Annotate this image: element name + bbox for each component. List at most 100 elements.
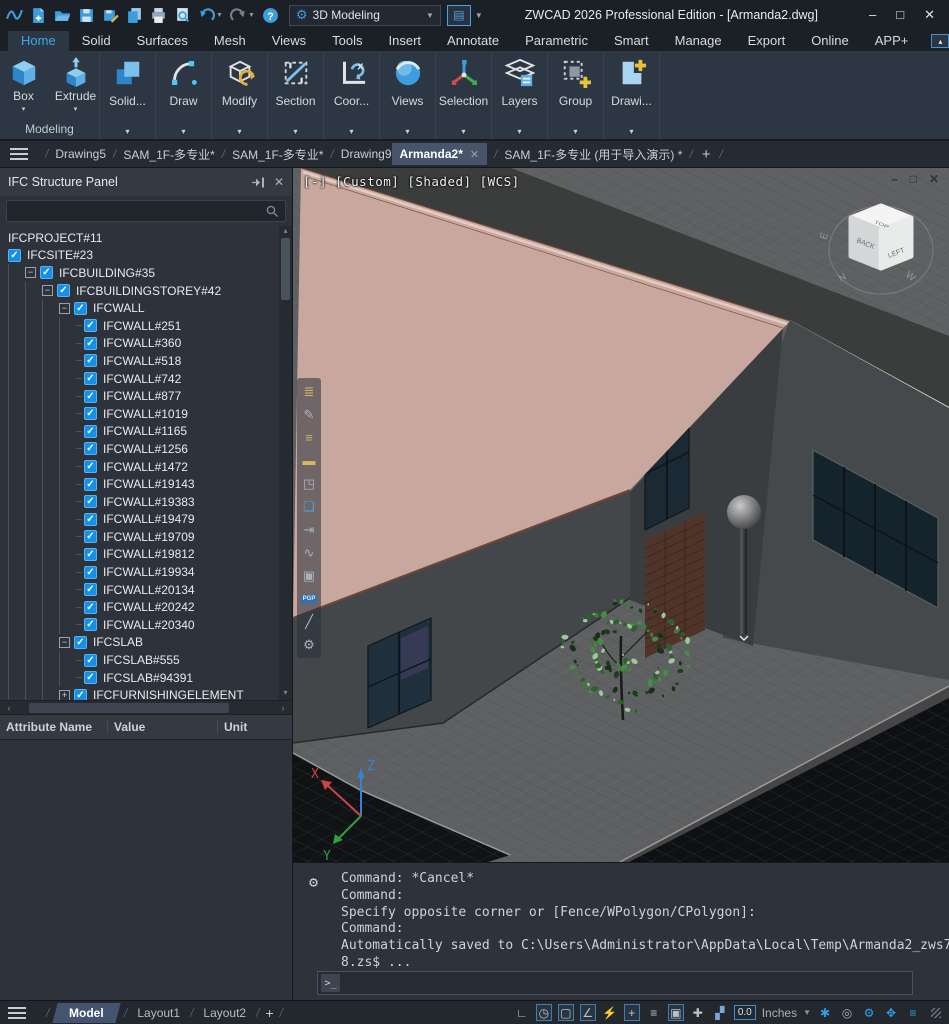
chevron-down-icon[interactable]: ▾ <box>100 127 155 136</box>
add-layout-button[interactable]: + <box>265 1005 273 1021</box>
tree-item[interactable]: −✓IFCSLAB <box>0 634 292 652</box>
ribbon-tab-manage[interactable]: Manage <box>662 31 735 51</box>
help-button[interactable]: ? <box>262 7 279 24</box>
tab-close-icon[interactable]: ✕ <box>470 148 479 161</box>
copy-button[interactable] <box>126 7 143 24</box>
vp-close-button[interactable]: ✕ <box>929 172 939 186</box>
tree-checkbox[interactable]: ✓ <box>8 249 21 262</box>
undo-button[interactable]: ▼ <box>198 7 223 24</box>
layout-tab-model[interactable]: Model <box>53 1003 121 1023</box>
open-file-button[interactable] <box>54 7 71 24</box>
maximize-button[interactable]: □ <box>896 7 904 23</box>
tree-horizontal-scrollbar[interactable]: ‹ › <box>0 700 292 714</box>
scroll-right-arrow[interactable]: › <box>277 703 289 713</box>
doc-tab-5[interactable]: Armanda2*✕ <box>392 143 488 165</box>
copy-tool-icon[interactable]: ▣ <box>297 564 321 587</box>
osnap-add-icon[interactable]: ✚ <box>690 1004 706 1021</box>
tree-item[interactable]: IFCPROJECT#11 <box>0 229 292 247</box>
chevron-down-icon[interactable]: ▾ <box>268 127 323 136</box>
tree-checkbox[interactable]: ✓ <box>84 390 97 403</box>
ribbon-panel-coordinates[interactable]: xCoor...▾ <box>324 51 380 139</box>
ribbon-tab-parametric[interactable]: Parametric <box>512 31 601 51</box>
doc-tab-6[interactable]: SAM_1F-多专业 (用于导入演示) * <box>504 146 682 163</box>
lineweight-display-icon[interactable]: ≡ <box>646 1004 662 1021</box>
tree-checkbox[interactable]: ✓ <box>84 671 97 684</box>
units-caret-icon[interactable]: ▼ <box>803 1008 811 1017</box>
tree-checkbox[interactable]: ✓ <box>84 442 97 455</box>
tree-item[interactable]: −✓IFCWALL <box>0 299 292 317</box>
scroll-down-arrow[interactable]: ▾ <box>283 688 287 700</box>
ribbon-tab-smart[interactable]: Smart <box>601 31 662 51</box>
ribbon-panel-selection[interactable]: Selection▾ <box>436 51 492 139</box>
linetype-icon[interactable]: ≡ <box>297 426 321 449</box>
tree-checkbox[interactable]: ✓ <box>84 407 97 420</box>
tree-item[interactable]: ✓IFCWALL#19383 <box>0 493 292 511</box>
chevron-down-icon[interactable]: ▾ <box>436 127 491 136</box>
tree-item[interactable]: ✓IFCSLAB#94391 <box>0 669 292 687</box>
dynamic-input-icon[interactable]: + <box>624 1004 640 1021</box>
tree-checkbox[interactable]: ✓ <box>84 460 97 473</box>
minimize-button[interactable]: – <box>869 7 876 23</box>
undo-dropdown-caret[interactable]: ▼ <box>216 12 223 19</box>
drawing-viewport[interactable]: X Z Y TOP BACK LEFT E N <box>293 168 949 862</box>
tree-item[interactable]: ✓IFCWALL#1256 <box>0 440 292 458</box>
lineweight-icon[interactable]: ▬ <box>297 449 321 472</box>
tree-item[interactable]: ✓IFCWALL#20340 <box>0 616 292 634</box>
save-file-button[interactable] <box>78 7 95 24</box>
units-label[interactable]: Inches <box>762 1006 797 1020</box>
tree-item[interactable]: ✓IFCSLAB#555 <box>0 651 292 669</box>
tree-item[interactable]: ✓IFCWALL#1472 <box>0 458 292 476</box>
tree-item[interactable]: ✓IFCWALL#1019 <box>0 405 292 423</box>
vscroll-thumb[interactable] <box>281 238 290 300</box>
tree-item[interactable]: +✓IFCFURNISHINGELEMENT <box>0 686 292 700</box>
ribbon-panel-solids[interactable]: Solid...▾ <box>100 51 156 139</box>
chevron-down-icon[interactable]: ▾ <box>324 127 379 136</box>
redo-dropdown-caret[interactable]: ▼ <box>248 12 255 19</box>
ribbon-panel-views[interactable]: Views▾ <box>380 51 436 139</box>
tree-checkbox[interactable]: ✓ <box>84 601 97 614</box>
tree-checkbox[interactable]: ✓ <box>84 372 97 385</box>
ribbon-tab-app[interactable]: APP+ <box>862 31 922 51</box>
ribbon-tab-export[interactable]: Export <box>735 31 799 51</box>
scroll-left-arrow[interactable]: ‹ <box>3 703 15 713</box>
tree-item[interactable]: ✓IFCWALL#877 <box>0 387 292 405</box>
ribbon-panel-layers[interactable]: Layers▾ <box>492 51 548 139</box>
polar-tracking-icon[interactable]: ⚡ <box>602 1004 618 1021</box>
new-tab-button[interactable]: + <box>702 146 711 163</box>
resize-grip[interactable] <box>931 1008 941 1018</box>
dock-pin-icon[interactable] <box>252 177 265 188</box>
tree-checkbox[interactable]: ✓ <box>84 513 97 526</box>
ribbon-panel-section[interactable]: Section▾ <box>268 51 324 139</box>
ortho-icon[interactable]: ∟ <box>514 1004 530 1021</box>
block-insert-icon[interactable]: ⇥ <box>297 518 321 541</box>
ribbon-tab-views[interactable]: Views <box>259 31 319 51</box>
tree-item[interactable]: ✓IFCWALL#19143 <box>0 475 292 493</box>
ribbon-tab-insert[interactable]: Insert <box>376 31 435 51</box>
annotation-icon[interactable]: ✱ <box>817 1004 833 1021</box>
tree-item[interactable]: ✓IFCWALL#20134 <box>0 581 292 599</box>
new-file-button[interactable] <box>30 7 47 24</box>
tree-checkbox[interactable]: ✓ <box>84 548 97 561</box>
tree-checkbox[interactable]: ✓ <box>74 689 87 700</box>
collapse-expander-icon[interactable]: − <box>42 285 53 296</box>
ribbon-overflow-icon[interactable]: ▴ <box>931 34 949 48</box>
chevron-down-icon[interactable]: ▾ <box>22 105 26 113</box>
ribbon-panel-drawing[interactable]: Drawi...▾ <box>604 51 660 139</box>
tree-item[interactable]: ✓IFCWALL#518 <box>0 352 292 370</box>
print-preview-button[interactable] <box>174 7 191 24</box>
layer-visibility-icon[interactable]: ≣ <box>297 380 321 403</box>
tree-checkbox[interactable]: ✓ <box>74 302 87 315</box>
ribbon-tab-home[interactable]: Home <box>8 31 69 51</box>
tree-checkbox[interactable]: ✓ <box>84 530 97 543</box>
hscroll-thumb[interactable] <box>29 703 229 713</box>
tree-item[interactable]: ✓IFCWALL#20242 <box>0 598 292 616</box>
measure-icon[interactable]: ╱ <box>297 610 321 633</box>
units-precision-badge[interactable]: 0.0 <box>734 1005 756 1020</box>
menu-icon[interactable]: ≡ <box>905 1004 921 1021</box>
print-button[interactable] <box>150 7 167 24</box>
tree-item[interactable]: ✓IFCWALL#251 <box>0 317 292 335</box>
doc-tab-2[interactable]: SAM_1F-多专业* <box>123 146 214 163</box>
chevron-down-icon[interactable]: ▾ <box>604 127 659 136</box>
command-gear-icon[interactable]: ⚙ <box>309 873 318 891</box>
tree-checkbox[interactable]: ✓ <box>84 566 97 579</box>
